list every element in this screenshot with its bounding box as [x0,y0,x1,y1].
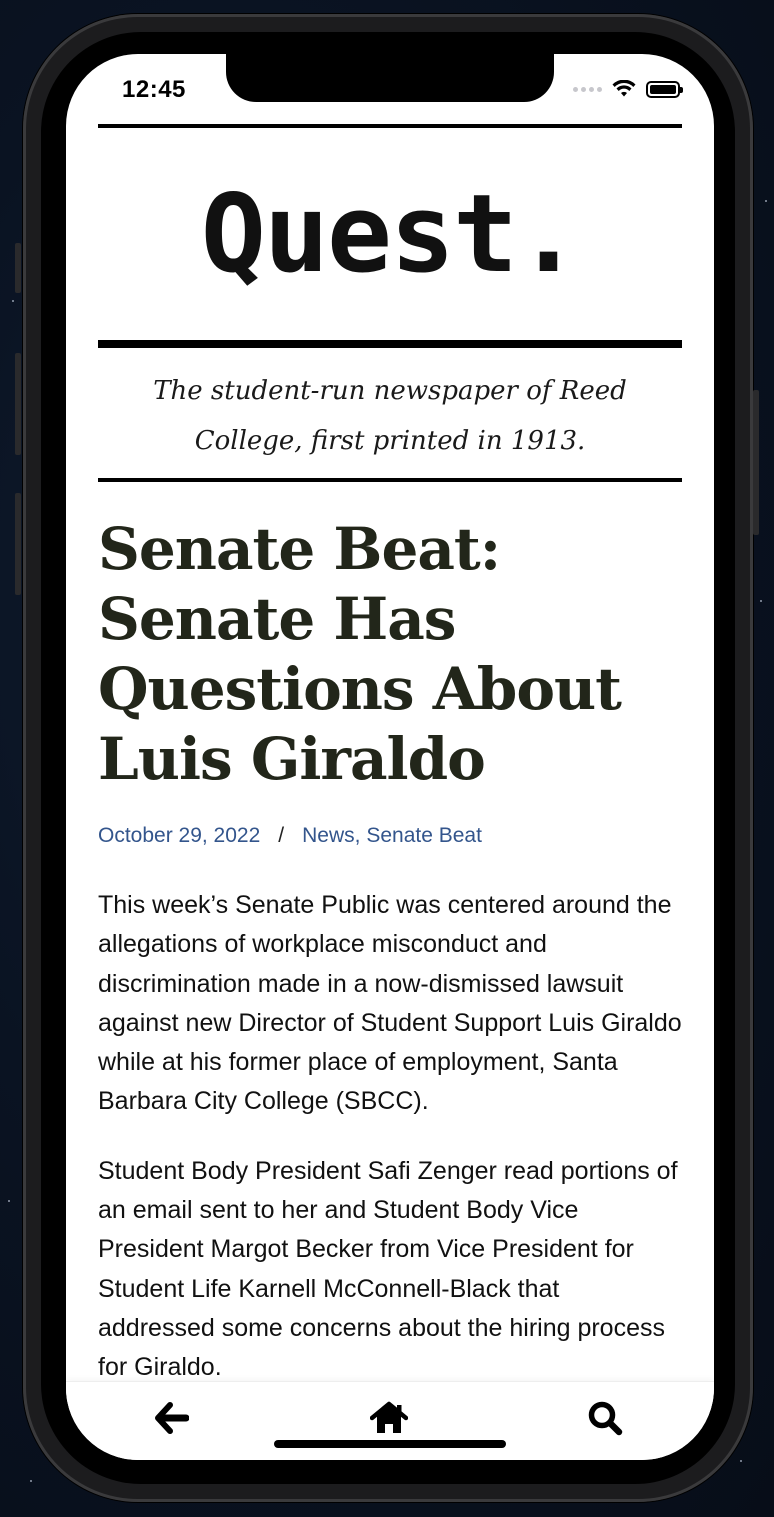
home-icon[interactable] [369,1398,409,1438]
meta-separator: / [278,824,285,847]
mute-switch [15,243,21,293]
power-button [753,390,759,535]
cellular-signal-icon [573,86,602,92]
article-meta: October 29, 2022 / News, Senate Beat [98,824,682,848]
article-body: This week’s Senate Public was centered a… [98,886,682,1388]
tagline-rule [98,478,682,482]
site-logo[interactable]: Quest. [98,128,682,340]
page-content: Quest. The student-run newspaper of Reed… [98,124,682,1418]
wifi-icon [612,80,636,97]
site-tagline: The student-run newspaper of Reed Colleg… [153,376,627,456]
category-link-news[interactable]: News [302,824,355,847]
volume-down-button [15,493,21,595]
category-comma: , [354,824,361,847]
status-indicators [573,80,683,98]
article-paragraph: This week’s Senate Public was centered a… [98,891,682,1116]
status-time: 12:45 [122,76,186,103]
masthead-rule [98,340,682,348]
notch [226,54,554,102]
article-title: Senate Beat: Senate Has Questions About … [98,515,622,793]
battery-icon [646,80,683,98]
category-link-senate-beat[interactable]: Senate Beat [366,824,482,847]
article-paragraph: Student Body President Safi Zenger read … [98,1156,678,1382]
back-arrow-icon[interactable] [152,1398,192,1438]
app-screen: 12:45 Quest. The student-run newspaper o… [66,54,714,1460]
volume-up-button [15,353,21,455]
article-date-link[interactable]: October 29, 2022 [98,824,260,847]
search-icon[interactable] [585,1398,625,1438]
bottom-tab-bar [66,1381,714,1460]
home-indicator[interactable] [274,1440,506,1448]
